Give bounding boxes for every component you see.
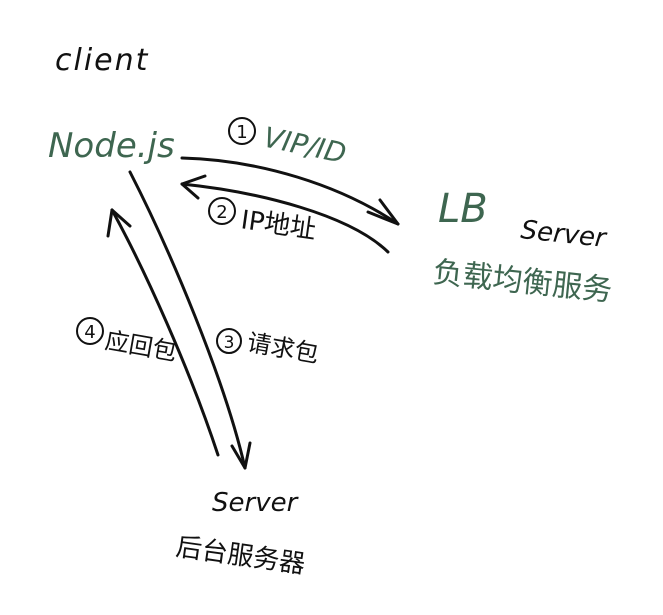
step-3-label: 3 请求包 [216,328,321,368]
step-3-number: 3 [224,333,235,353]
step-4-text: 应回包 [103,326,179,366]
step-4-label: 4 应回包 [76,317,179,366]
step-2-label: 2 IP地址 [208,197,318,245]
step-2-number: 2 [216,202,227,223]
lb-server-label: Server [519,215,609,254]
step-1-number: 1 [236,122,247,143]
nodejs-label: Node.js [48,126,175,166]
backend-server-label: Server [212,488,300,518]
arrow-4-head [106,208,114,238]
diagram-svg: client Node.js LB Server 负载均衡服务 Server 后… [48,43,614,580]
lb-cn-label: 负载均衡服务 [431,255,614,309]
lb-label: LB [438,186,488,232]
step-2-text: IP地址 [239,205,318,245]
diagram-canvas: client Node.js LB Server 负载均衡服务 Server 后… [0,0,663,610]
backend-cn-label: 后台服务器 [174,532,307,580]
arrow-3-node-to-backend [128,170,247,470]
client-label: client [55,43,149,78]
arrow-1-head [366,198,400,226]
step-1-label: 1 VIP/ID [228,117,350,171]
step-1-text: VIP/ID [261,121,350,171]
step-3-text: 请求包 [245,328,321,368]
step-4-number: 4 [84,322,95,343]
